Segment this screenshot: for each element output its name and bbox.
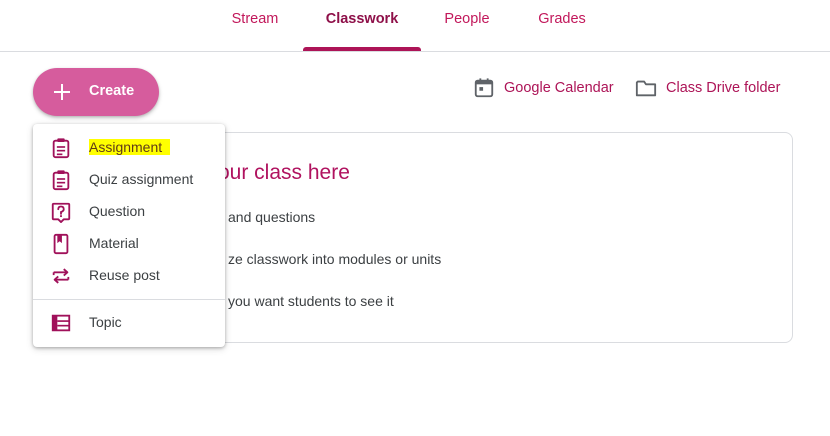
- card-line-3: you want students to see it: [228, 293, 394, 309]
- question-icon: [51, 202, 71, 223]
- menu-item-material-label: Material: [89, 235, 139, 251]
- tab-classwork-label: Classwork: [325, 11, 399, 27]
- menu-item-material[interactable]: Material: [33, 227, 225, 259]
- google-calendar-label: Google Calendar: [504, 80, 614, 96]
- menu-item-quiz-assignment[interactable]: Quiz assignment: [33, 163, 225, 195]
- menu-item-assignment-label: Assignment: [89, 139, 171, 155]
- topic-icon: [51, 314, 71, 332]
- classroom-classwork-page: Stream Classwork People Grades Create Go…: [0, 0, 830, 436]
- class-drive-folder-label: Class Drive folder: [666, 80, 781, 96]
- tab-stream[interactable]: Stream: [219, 0, 291, 51]
- tab-bar: Stream Classwork People Grades: [0, 0, 830, 52]
- tab-stream-label: Stream: [231, 11, 279, 27]
- tab-grades-label: Grades: [538, 11, 586, 27]
- active-tab-indicator: [303, 47, 421, 51]
- assignment-icon: [52, 138, 70, 159]
- menu-item-reuse-post[interactable]: Reuse post: [33, 259, 225, 291]
- card-line-2: ze classwork into modules or units: [228, 251, 442, 267]
- menu-divider: [33, 299, 225, 300]
- tab-classwork[interactable]: Classwork: [303, 0, 421, 51]
- menu-item-question[interactable]: Question: [33, 195, 225, 227]
- material-icon: [53, 233, 69, 255]
- create-menu: Assignment Quiz assignment Question Mate…: [33, 124, 225, 347]
- tab-people-label: People: [444, 11, 490, 27]
- quiz-assignment-icon: [52, 170, 70, 191]
- card-title: our class here: [218, 161, 350, 184]
- folder-icon: [635, 80, 657, 97]
- menu-item-topic-label: Topic: [89, 314, 122, 330]
- menu-item-question-label: Question: [89, 203, 146, 219]
- reuse-post-icon: [52, 268, 70, 284]
- create-button-label: Create: [89, 83, 135, 99]
- menu-item-assignment[interactable]: Assignment: [33, 131, 225, 163]
- menu-item-reuse-post-label: Reuse post: [89, 267, 160, 283]
- plus-icon: [54, 84, 70, 100]
- class-drive-folder-link[interactable]: Class Drive folder: [635, 77, 790, 101]
- classwork-intro-card: our class here and questions ze classwor…: [192, 132, 793, 343]
- create-button[interactable]: Create: [33, 68, 159, 116]
- card-line-1: and questions: [228, 209, 316, 225]
- google-calendar-link[interactable]: Google Calendar: [473, 77, 623, 101]
- tab-people[interactable]: People: [433, 0, 501, 51]
- menu-item-topic[interactable]: Topic: [33, 306, 225, 338]
- tab-grades[interactable]: Grades: [526, 0, 598, 51]
- menu-item-quiz-assignment-label: Quiz assignment: [89, 171, 194, 187]
- calendar-icon: [474, 78, 494, 98]
